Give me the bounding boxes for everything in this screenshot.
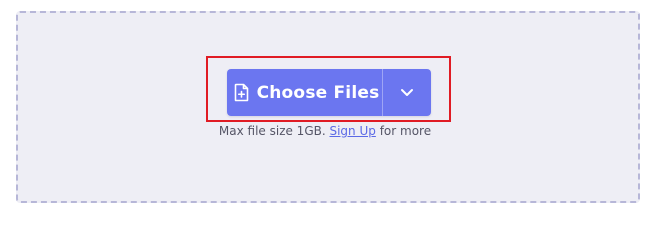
choose-files-label: Choose Files [256, 82, 380, 103]
page: Choose Files Max file size 1GB. Sign Up … [0, 0, 650, 212]
upload-source-dropdown-button[interactable] [383, 69, 431, 116]
upload-button-group: Choose Files [227, 69, 431, 116]
file-plus-icon [234, 83, 249, 102]
hint-suffix: for more [375, 124, 432, 138]
file-size-hint: Max file size 1GB. Sign Up for more [0, 124, 650, 138]
sign-up-link[interactable]: Sign Up [329, 124, 375, 138]
choose-files-button[interactable]: Choose Files [227, 69, 382, 116]
chevron-down-icon [400, 88, 414, 97]
hint-prefix: Max file size 1GB. [218, 124, 330, 138]
